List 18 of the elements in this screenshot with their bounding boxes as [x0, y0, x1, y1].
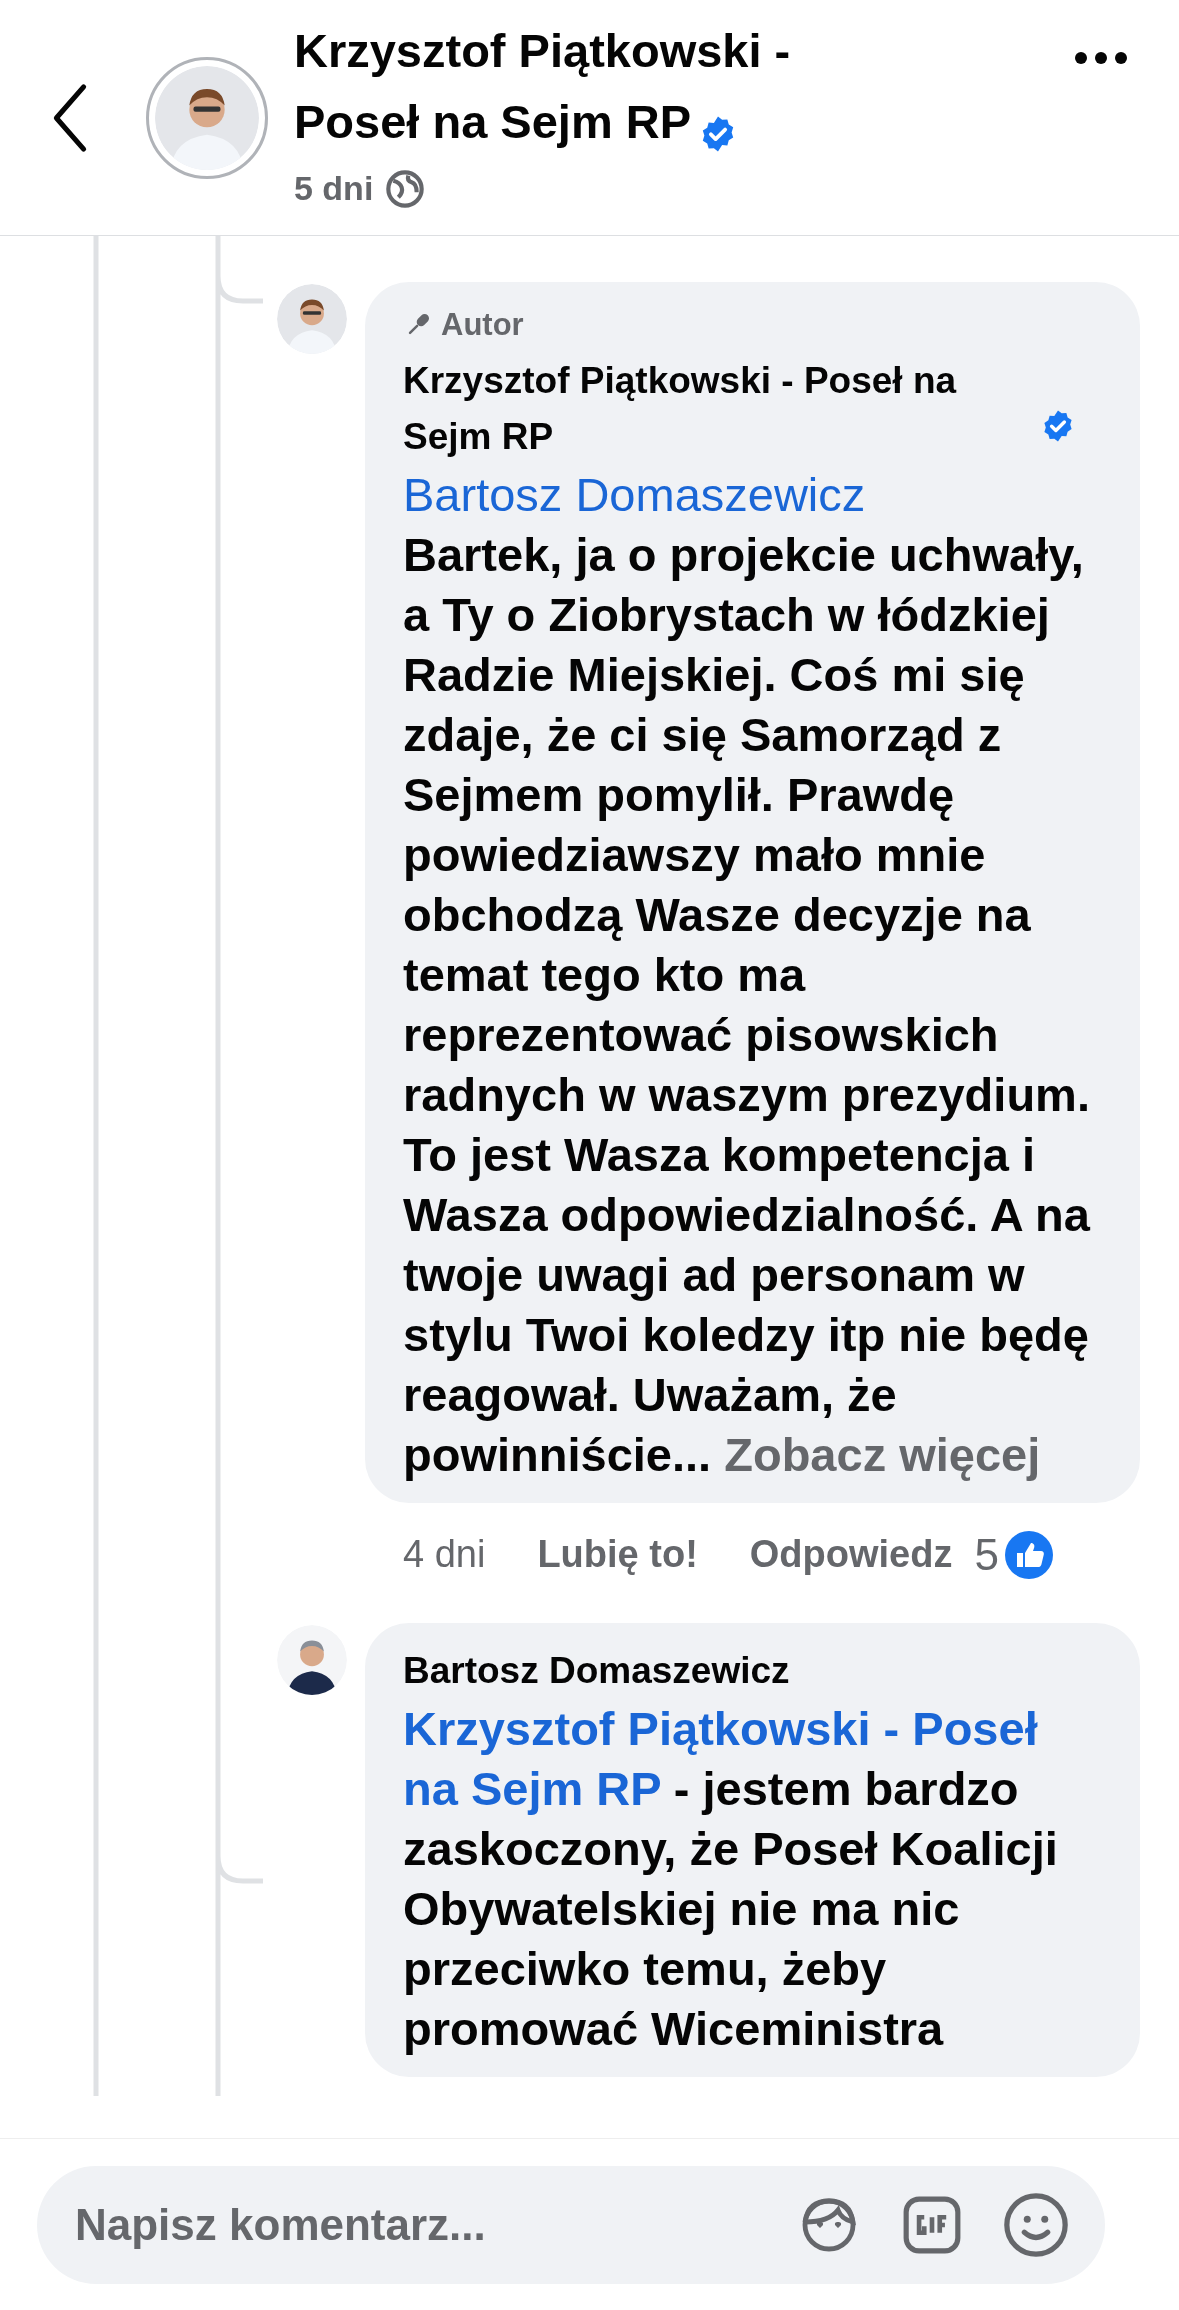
comment-time: 4 dni: [403, 1532, 486, 1577]
mention-link[interactable]: Bartosz Domaszewicz: [403, 464, 1102, 525]
see-more-link[interactable]: Zobacz więcej: [724, 1427, 1041, 1481]
comment-author[interactable]: Krzysztof Piątkowski - Poseł na Sejm RP: [403, 352, 1033, 465]
reply-button[interactable]: Odpowiedz: [749, 1526, 953, 1583]
comment-author[interactable]: Bartosz Domaszewicz: [403, 1642, 790, 1699]
comment-text: Krzysztof Piątkowski - Poseł na Sejm RP - jestem bardzo zaskoczony, że Poseł Koalicji Obywatelskiej nie ma nic przeciwko temu, żeby promować Wiceministra: [403, 1700, 1059, 2057]
like-button[interactable]: Lubię to!: [537, 1526, 698, 1583]
post-time: 5 dni: [294, 168, 374, 209]
more-icon[interactable]: [1073, 50, 1129, 66]
like-icon: [1004, 1530, 1053, 1579]
author-label: Autor: [441, 306, 524, 344]
globe-icon: [385, 168, 426, 209]
comment-text: Bartek, ja o projekcie uchwały, a Ty o Ziobrystach w łódzkiej Radzie Miejskiej. Coś mi się zdaje, że ci się Samorząd z Sejmem pomylił. Prawdę powiedziawszy mało mnie obchodzą Wasze decyzje na temat tego kto ma reprezentować pisowskich radnych w waszym prezydium. To jest Wasza kompetencja i Wasza odpowiedzialność. A na twoje uwagi ad personam w stylu Twoi koledzy itp nie będę reagował. Uważam, że powinniście... Zobacz więcej: [403, 526, 1092, 1483]
reaction-count: 5: [974, 1528, 999, 1581]
comment-placeholder: Napisz komentarz...: [75, 2198, 487, 2251]
page-title: Krzysztof Piątkowski - Poseł na Sejm RP: [294, 24, 791, 148]
comment-input[interactable]: Napisz komentarz...: [37, 2165, 1105, 2284]
